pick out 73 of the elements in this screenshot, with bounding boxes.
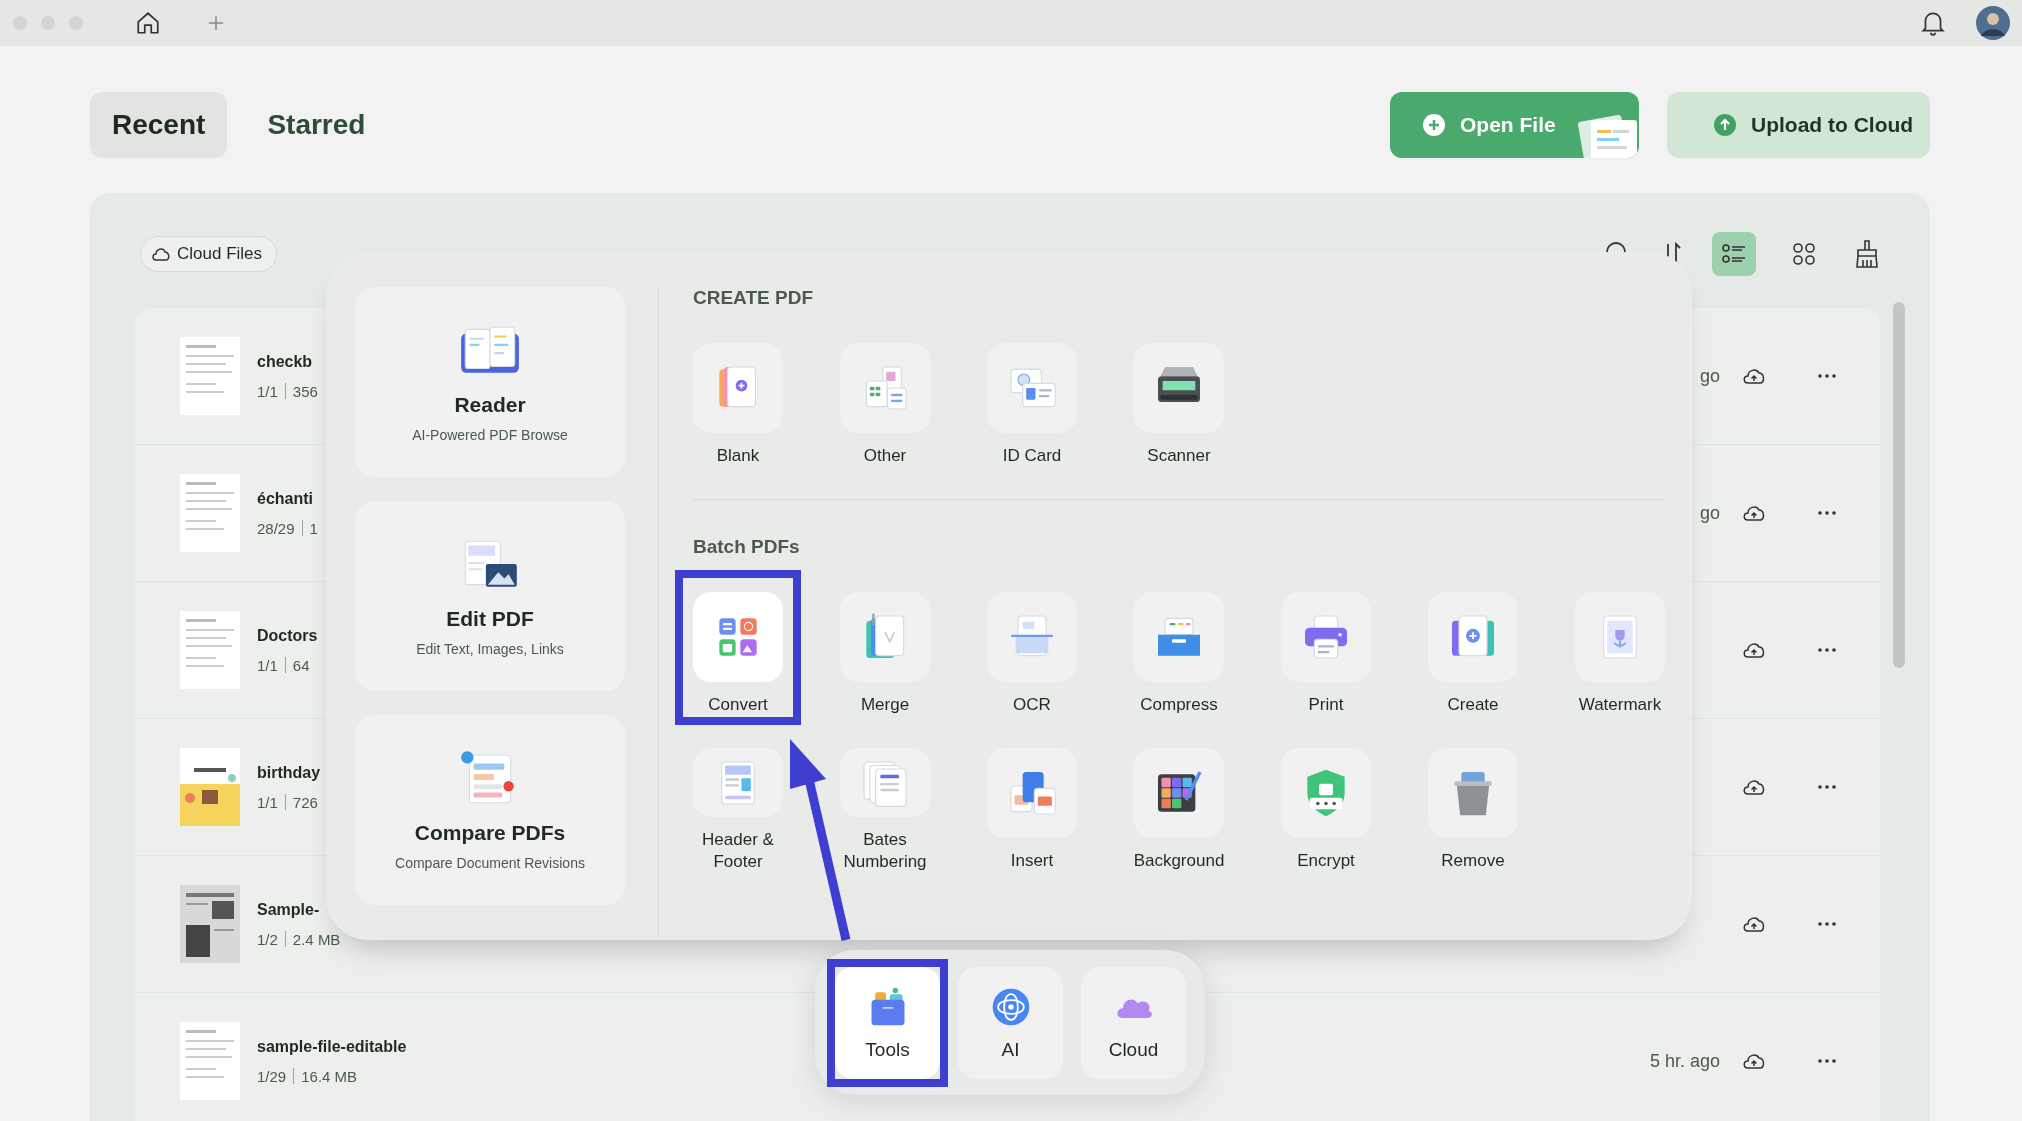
avatar[interactable]	[1976, 6, 2010, 40]
tool-button[interactable]: Header & Footer	[675, 726, 801, 881]
modified-time: 5 hr. ago	[1649, 1050, 1720, 1072]
file-size: 726	[292, 793, 318, 811]
tool-button[interactable]: Scanner	[1116, 321, 1242, 476]
tool-button[interactable]: Insert	[969, 726, 1095, 881]
cloud-upload-icon[interactable]	[1742, 640, 1766, 660]
tab[interactable]: Starred	[245, 92, 388, 158]
tool-button[interactable]: Remove	[1410, 726, 1536, 881]
tool-button[interactable]: Compress	[1116, 570, 1242, 725]
tool-button[interactable]: Bates Numbering	[822, 726, 948, 881]
page-count: 1/1	[257, 656, 278, 674]
tool-button[interactable]: Merge	[822, 570, 948, 725]
page-count: 1/29	[257, 1067, 287, 1085]
file-name[interactable]: Doctors	[257, 626, 318, 645]
document-thumbnail[interactable]	[180, 885, 240, 963]
tool-button[interactable]: Create	[1410, 570, 1536, 725]
upload-button[interactable]: Upload to Cloud	[1667, 92, 1930, 158]
file-size: 16.4 MB	[301, 1067, 358, 1085]
cloud-upload-icon[interactable]	[1742, 366, 1766, 386]
file-name[interactable]: checkb	[257, 352, 318, 371]
more-icon[interactable]	[1818, 1059, 1836, 1063]
page-count: 1/1	[257, 382, 278, 400]
document-thumbnail[interactable]	[180, 474, 240, 552]
more-icon[interactable]	[1818, 785, 1836, 789]
page-count: 1/1	[257, 793, 278, 811]
modified-time: go	[1699, 365, 1720, 387]
more-icon[interactable]	[1818, 511, 1836, 515]
document-thumbnail[interactable]	[180, 748, 240, 826]
tool-button[interactable]: Other	[822, 321, 948, 476]
tool-button[interactable]: Blank	[675, 321, 801, 476]
scrollbar[interactable]	[1893, 302, 1905, 668]
cloud-upload-icon[interactable]	[1742, 914, 1766, 934]
section-heading: Batch PDFs	[693, 536, 801, 558]
upload-icon	[1713, 113, 1737, 137]
document-thumbnail[interactable]	[180, 337, 240, 415]
file-size: 2.4 MB	[292, 930, 341, 948]
page-count: 28/29	[257, 519, 295, 537]
file-size: 1	[309, 519, 318, 537]
tool-button[interactable]: ID Card	[969, 321, 1095, 476]
document-thumbnail[interactable]	[180, 1022, 240, 1100]
home-icon[interactable]	[135, 10, 161, 36]
document-thumbnail[interactable]	[180, 611, 240, 689]
cloud-files-button[interactable]: Cloud Files	[140, 236, 278, 272]
tool-button[interactable]: Watermark	[1557, 570, 1683, 725]
cloud-upload-icon[interactable]	[1742, 503, 1766, 523]
file-name[interactable]: échanti	[257, 489, 318, 508]
tool-card[interactable]: Compare PDFs Compare Document Revisions	[355, 715, 625, 905]
dock-button[interactable]: Tools	[827, 958, 948, 1087]
cloud-upload-icon[interactable]	[1742, 1051, 1766, 1071]
file-name[interactable]: birthday	[257, 763, 321, 782]
cloud-upload-icon[interactable]	[1742, 777, 1766, 797]
tool-card[interactable]: Edit PDF Edit Text, Images, Links	[355, 501, 625, 691]
tool-button[interactable]: OCR	[969, 570, 1095, 725]
section-heading: CREATE PDF	[692, 287, 814, 309]
tool-button[interactable]: Convert	[675, 570, 801, 725]
more-icon[interactable]	[1818, 648, 1836, 652]
file-name[interactable]: sample-file-editable	[257, 1037, 407, 1056]
file-size: 356	[292, 382, 318, 400]
list-view-button[interactable]	[1712, 232, 1756, 276]
more-icon[interactable]	[1818, 922, 1836, 926]
tool-button[interactable]: Encrypt	[1263, 726, 1389, 881]
more-icon[interactable]	[1818, 374, 1836, 378]
tab[interactable]: Recent	[90, 92, 228, 158]
tool-button[interactable]: Background	[1116, 726, 1242, 881]
tool-button[interactable]: Print	[1263, 570, 1389, 725]
plus-circle-icon	[1422, 113, 1446, 137]
grid-icon	[1791, 241, 1817, 267]
tool-card[interactable]: Reader AI-Powered PDF Browse	[355, 287, 625, 477]
file-size: 64	[292, 656, 310, 674]
cloud-icon	[151, 246, 171, 262]
modified-time: go	[1699, 502, 1720, 524]
page-count: 1/2	[257, 930, 278, 948]
